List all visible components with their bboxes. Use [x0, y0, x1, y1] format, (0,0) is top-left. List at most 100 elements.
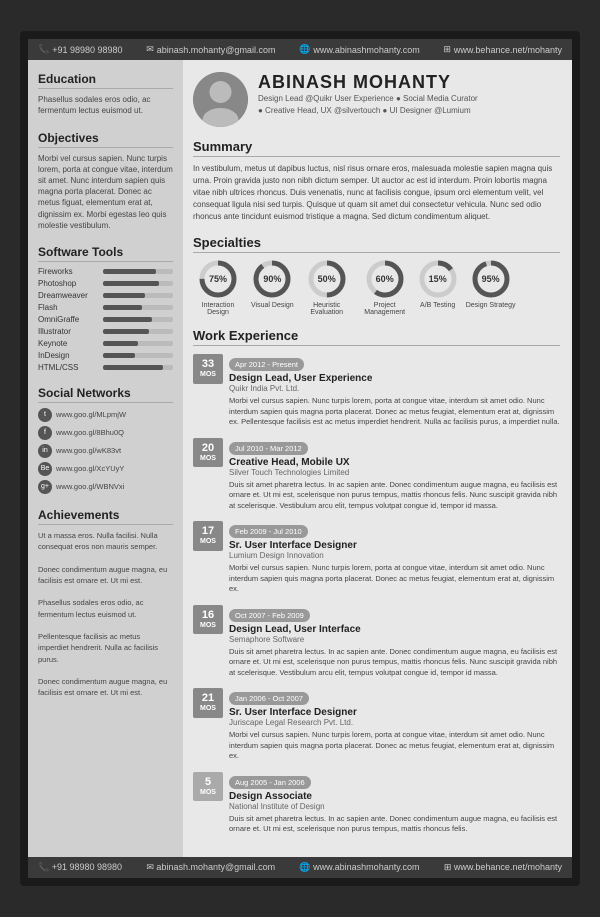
specialty-label: A/B Testing [420, 302, 455, 309]
achievements-title: Achievements [38, 508, 173, 525]
software-bar [103, 305, 173, 310]
social-item[interactable]: g+ www.goo.gl/WBNVxi [38, 480, 173, 494]
specialty-item: 60% Project Management [360, 259, 410, 316]
work-badge-col: 33 MOS [193, 354, 223, 428]
specialty-label: Heuristic Evaluation [302, 302, 352, 316]
work-item: 16 MOS Oct 2007 - Feb 2009 Design Lead, … [193, 605, 560, 679]
work-timeline: Apr 2012 - Present Design Lead, User Exp… [229, 354, 560, 428]
globe-icon: 🌐 [299, 44, 310, 55]
bottom-phone: 📞 +91 98980 98980 [38, 862, 122, 873]
social-networks-title: Social Networks [38, 386, 173, 403]
work-date: Oct 2007 - Feb 2009 [229, 609, 310, 622]
software-name: Photoshop [38, 279, 103, 288]
work-desc: Duis sit amet pharetra lectus. In ac sap… [229, 647, 560, 679]
work-unit: MOS [196, 455, 220, 463]
social-list: t www.goo.gl/MLpmjW f www.goo.gl/8Bhu0Q … [38, 408, 173, 494]
work-company: Quikr India Pvt. Ltd. [229, 384, 560, 393]
education-title: Education [38, 72, 173, 89]
software-item: HTML/CSS [38, 363, 173, 372]
work-years: 21 [196, 692, 220, 705]
subtitle1: Design Lead @Quikr User Experience ● Soc… [258, 93, 478, 105]
work-item: 21 MOS Jan 2006 - Oct 2007 Sr. User Inte… [193, 688, 560, 762]
software-bar-fill [103, 329, 149, 334]
social-icon: Be [38, 462, 52, 476]
software-item: Flash [38, 303, 173, 312]
objectives-section: Objectives Morbi vel cursus sapien. Nunc… [38, 131, 173, 231]
phone-icon: 📞 [38, 44, 49, 55]
social-url: www.goo.gl/WBNVxi [56, 482, 124, 491]
work-item: 5 MOS Aug 2005 - Jan 2006 Design Associa… [193, 772, 560, 835]
specialties-grid: 75% Interaction Design 90% Visual Design… [193, 259, 560, 316]
social-url: www.goo.gl/MLpmjW [56, 410, 126, 419]
work-item: 17 MOS Feb 2009 - Jul 2010 Sr. User Inte… [193, 521, 560, 595]
top-behance: ⊞ www.behance.net/mohanty [443, 44, 562, 55]
software-tools-title: Software Tools [38, 245, 173, 262]
donut-chart: 95% [471, 259, 511, 299]
top-phone: 📞 +91 98980 98980 [38, 44, 123, 55]
top-email: ✉ abinash.mohanty@gmail.com [146, 44, 275, 55]
bottom-website: 🌐 www.abinashmohanty.com [299, 862, 419, 873]
bottom-behance: ⊞ www.behance.net/mohanty [444, 862, 562, 873]
work-date: Feb 2009 - Jul 2010 [229, 525, 308, 538]
subtitle2: ● Creative Head, UX @silvertouch ● UI De… [258, 105, 478, 117]
software-bar [103, 329, 173, 334]
work-company: Semaphore Software [229, 635, 560, 644]
work-badge: 20 MOS [193, 438, 223, 468]
social-item[interactable]: Be www.goo.gl/XcYUyY [38, 462, 173, 476]
software-name: OmniGraffe [38, 315, 103, 324]
work-badge: 21 MOS [193, 688, 223, 718]
specialty-item: 90% Visual Design [251, 259, 294, 316]
social-item[interactable]: f www.goo.gl/8Bhu0Q [38, 426, 173, 440]
email-icon: ✉ [146, 44, 154, 55]
top-website: 🌐 www.abinashmohanty.com [299, 44, 420, 55]
work-years: 16 [196, 609, 220, 622]
work-date: Apr 2012 - Present [229, 358, 304, 371]
work-badge-col: 16 MOS [193, 605, 223, 679]
work-timeline: Oct 2007 - Feb 2009 Design Lead, User In… [229, 605, 560, 679]
work-badge: 16 MOS [193, 605, 223, 635]
work-unit: MOS [196, 371, 220, 379]
social-item[interactable]: in www.goo.gl/wK83vt [38, 444, 173, 458]
work-title: Sr. User Interface Designer [229, 540, 560, 551]
work-desc: Morbi vel cursus sapien. Nunc turpis lor… [229, 563, 560, 595]
software-tools-section: Software Tools Fireworks Photoshop Dream… [38, 245, 173, 372]
social-icon: t [38, 408, 52, 422]
software-bar-fill [103, 281, 159, 286]
social-url: www.goo.gl/8Bhu0Q [56, 428, 124, 437]
donut-chart: 50% [307, 259, 347, 299]
education-section: Education Phasellus sodales eros odio, a… [38, 72, 173, 116]
name-info: ABINASH MOHANTY Design Lead @Quikr User … [258, 72, 478, 117]
software-bar-fill [103, 317, 152, 322]
software-bar [103, 269, 173, 274]
work-company: Silver Touch Technologies Limited [229, 468, 560, 477]
software-item: Dreamweaver [38, 291, 173, 300]
avatar-placeholder [193, 72, 248, 127]
work-desc: Duis sit amet pharetra lectus. In ac sap… [229, 480, 560, 512]
software-bar [103, 293, 173, 298]
software-bar-fill [103, 305, 142, 310]
work-date: Aug 2005 - Jan 2006 [229, 776, 311, 789]
work-unit: MOS [196, 705, 220, 713]
work-years: 5 [196, 776, 220, 789]
software-bar-fill [103, 341, 138, 346]
work-company: National Institute of Design [229, 802, 560, 811]
globe-icon-bottom: 🌐 [299, 862, 310, 872]
resume-wrapper: 📞 +91 98980 98980 ✉ abinash.mohanty@gmai… [20, 31, 580, 886]
work-title: Sr. User Interface Designer [229, 707, 560, 718]
work-item: 20 MOS Jul 2010 - Mar 2012 Creative Head… [193, 438, 560, 512]
work-title: Creative Head, Mobile UX [229, 457, 560, 468]
name-section: ABINASH MOHANTY Design Lead @Quikr User … [193, 72, 560, 127]
work-unit: MOS [196, 622, 220, 630]
social-url: www.goo.gl/wK83vt [56, 446, 121, 455]
donut-percent: 90% [263, 274, 281, 284]
objectives-text: Morbi vel cursus sapien. Nunc turpis lor… [38, 153, 173, 231]
social-icon: in [38, 444, 52, 458]
donut-percent: 50% [318, 274, 336, 284]
work-title: Design Lead, User Experience [229, 373, 560, 384]
software-name: Illustrator [38, 327, 103, 336]
software-name: Flash [38, 303, 103, 312]
social-item[interactable]: t www.goo.gl/MLpmjW [38, 408, 173, 422]
achievements-text: Ut a massa eros. Nulla facilisi. Nulla c… [38, 530, 173, 699]
main-content: ABINASH MOHANTY Design Lead @Quikr User … [183, 60, 572, 857]
software-item: Illustrator [38, 327, 173, 336]
